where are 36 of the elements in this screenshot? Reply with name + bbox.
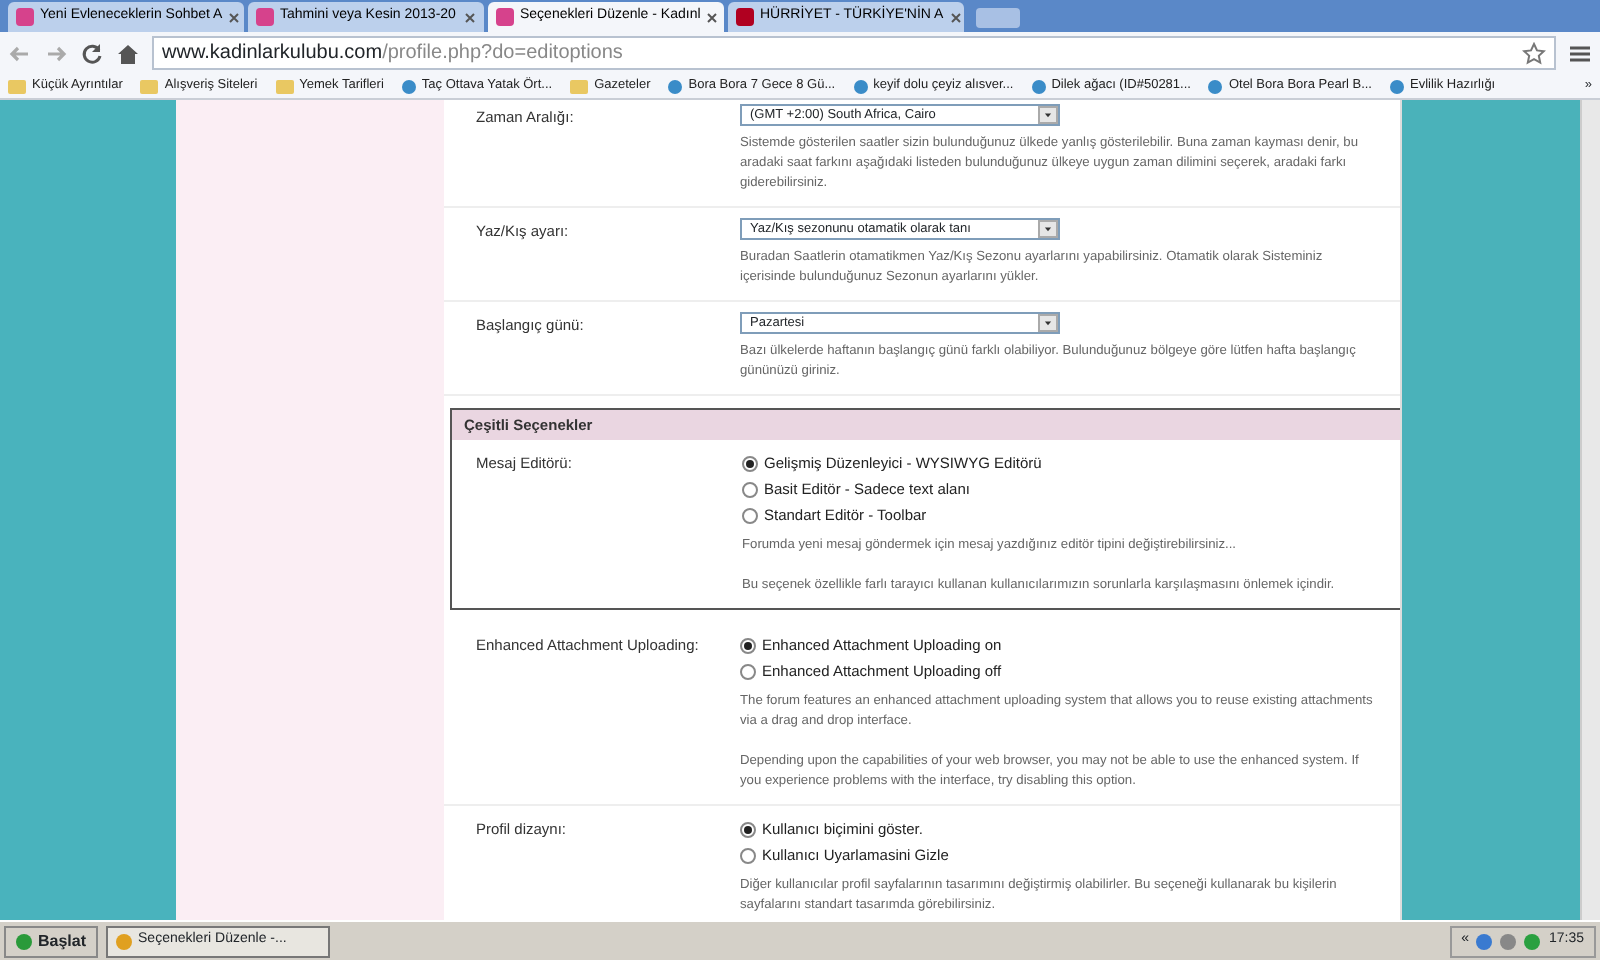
radio-button[interactable] [742, 481, 758, 498]
reload-icon[interactable] [80, 41, 104, 65]
site-icon [853, 79, 868, 93]
folder-icon [570, 79, 589, 93]
scrollbar[interactable] [1580, 100, 1600, 920]
radio-button[interactable] [742, 455, 758, 472]
site-icon [1390, 79, 1404, 93]
url-text: www.kadinlarkulubu.com/profile.php?do=editoptions [162, 40, 623, 68]
folder-icon [140, 79, 159, 93]
close-icon[interactable] [464, 11, 476, 23]
site-icon [1208, 79, 1223, 93]
radio-button[interactable] [740, 637, 756, 654]
site-icon [668, 79, 683, 93]
home-icon[interactable] [116, 41, 140, 65]
radio-button[interactable] [742, 507, 758, 524]
address-bar[interactable]: www.kadinlarkulubu.com/profile.php?do=editoptions [152, 36, 1556, 70]
radio-button[interactable] [740, 663, 756, 680]
close-icon[interactable] [228, 11, 241, 23]
star-icon[interactable] [1522, 41, 1546, 65]
back-arrow-icon[interactable] [8, 41, 32, 65]
folder-icon [8, 79, 26, 93]
new-tab-button[interactable] [976, 7, 1020, 27]
close-icon[interactable] [706, 11, 719, 23]
radio-button[interactable] [740, 821, 756, 838]
menu-icon[interactable] [1568, 41, 1592, 65]
start-button[interactable]: Başlat [4, 925, 99, 957]
favicon-icon [736, 8, 754, 26]
favicon-icon [496, 8, 514, 26]
close-icon[interactable] [949, 11, 962, 23]
folder-icon [275, 79, 294, 93]
forward-arrow-icon[interactable] [44, 41, 68, 65]
site-icon [1031, 79, 1046, 93]
site-icon [401, 79, 416, 93]
radio-button[interactable] [740, 847, 756, 864]
favicon-icon [256, 8, 274, 26]
favicon-icon [16, 8, 34, 26]
